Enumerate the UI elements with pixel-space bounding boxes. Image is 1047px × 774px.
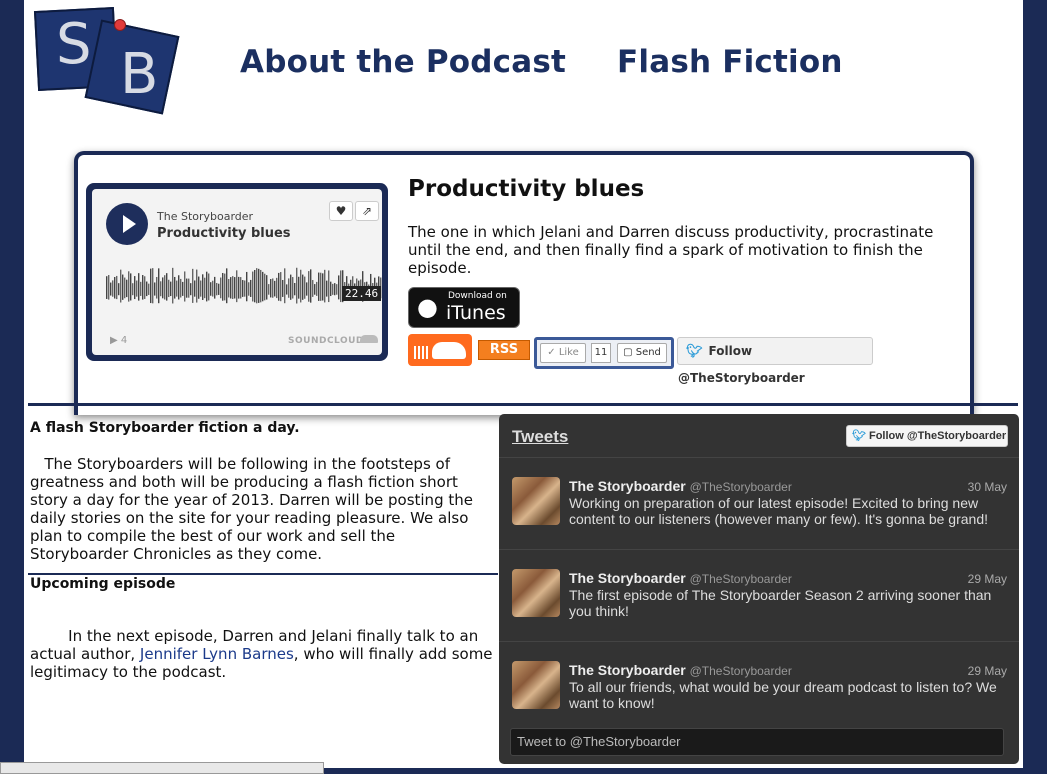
rss-button[interactable]: RSS (478, 340, 530, 360)
nav-flash-fiction[interactable]: Flash Fiction (617, 44, 843, 80)
tweet-author[interactable]: The Storyboarder @TheStoryboarder (569, 478, 792, 494)
itunes-large-label: iTunes (446, 302, 506, 324)
page: S B About the Podcast Flash Fiction The … (24, 0, 1023, 768)
waveform[interactable] (106, 261, 382, 313)
tweet-text: The first episode of The Storyboarder Se… (569, 587, 992, 619)
play-button[interactable] (106, 203, 148, 245)
itunes-small-label: Download on (448, 291, 507, 301)
tweet-text: To all our friends, what would be your d… (569, 679, 997, 711)
tweet-date[interactable]: 29 May (968, 664, 1007, 678)
nav-about-podcast[interactable]: About the Podcast (240, 44, 566, 80)
content-divider (28, 573, 498, 575)
avatar[interactable] (512, 661, 560, 709)
section-divider (28, 403, 1018, 406)
facebook-like-count: 11 (591, 343, 611, 363)
facebook-send-label: Send (635, 347, 661, 358)
avatar[interactable] (512, 477, 560, 525)
soundcloud-player-body: The Storyboarder Productivity blues ♥ ⇗ … (92, 189, 382, 355)
tweet-date[interactable]: 30 May (968, 480, 1007, 494)
tweet-compose-input[interactable]: Tweet to @TheStoryboarder (510, 728, 1004, 756)
soundcloud-logo-button[interactable] (408, 334, 472, 366)
soundcloud-brand-label[interactable]: SOUNDCLOUD (288, 336, 364, 346)
tweet-item[interactable]: The Storyboarder @TheStoryboarder 29 May… (499, 641, 1019, 734)
tweet-item[interactable]: The Storyboarder @TheStoryboarder 29 May… (499, 549, 1019, 642)
author-link[interactable]: Jennifer Lynn Barnes (140, 645, 294, 663)
tweets-follow-button[interactable]: 🐦︎ Follow @TheStoryboarder (846, 425, 1008, 447)
tweet-author[interactable]: The Storyboarder @TheStoryboarder (569, 570, 792, 586)
tweet-author-name: The Storyboarder (569, 662, 686, 678)
facebook-widget: ✓ Like 11 ▢ Send (534, 337, 674, 369)
tweet-handle: @TheStoryboarder (689, 664, 792, 678)
logo-letter-b: B (120, 42, 159, 107)
twitter-bird-icon: 🐦︎ (852, 430, 866, 442)
play-count-value: 4 (120, 335, 128, 346)
tweet-handle: @TheStoryboarder (689, 480, 792, 494)
logo-letter-s: S (56, 12, 92, 77)
facebook-like-label: Like (558, 347, 579, 358)
episode-description: The one in which Jelani and Darren discu… (408, 223, 934, 277)
upcoming-episode-text: In the next episode, Darren and Jelani f… (30, 627, 496, 681)
flash-fiction-heading: A flash Storyboarder fiction a day. (30, 420, 300, 436)
twitter-bird-icon: 🐦︎ (686, 344, 703, 359)
tweets-widget: Tweets 🐦︎ Follow @TheStoryboarder The Sto… (499, 414, 1019, 764)
tweets-follow-label: Follow @TheStoryboarder (868, 430, 1007, 442)
site-logo[interactable]: S B (33, 6, 184, 119)
twitter-follow-button[interactable]: 🐦︎ Follow @TheStoryboarder (677, 337, 873, 385)
browser-status-bar (0, 762, 324, 774)
tweet-author[interactable]: The Storyboarder @TheStoryboarder (569, 662, 792, 678)
tweets-header[interactable]: Tweets (512, 427, 568, 447)
soundcloud-player: The Storyboarder Productivity blues ♥ ⇗ … (86, 183, 388, 361)
play-count: ▶ 4 (110, 335, 128, 346)
pin-icon (114, 19, 126, 31)
apple-icon: ● (417, 293, 438, 321)
heart-icon[interactable]: ♥ (329, 201, 353, 221)
avatar[interactable] (512, 569, 560, 617)
episode-title: Productivity blues (408, 176, 645, 202)
flash-fiction-body: The Storyboarders will be following in t… (30, 455, 473, 563)
tweet-text: Working on preparation of our latest epi… (569, 495, 989, 527)
tweet-item[interactable]: The Storyboarder @TheStoryboarder 30 May… (499, 457, 1019, 550)
tweet-date[interactable]: 29 May (968, 572, 1007, 586)
share-icon[interactable]: ⇗ (355, 201, 379, 221)
track-duration: 22.46 (342, 286, 382, 301)
upcoming-episode-heading: Upcoming episode (30, 576, 176, 592)
tweet-handle: @TheStoryboarder (689, 572, 792, 586)
soundcloud-cloud-logo-icon (432, 342, 466, 359)
facebook-like-button[interactable]: ✓ Like (540, 343, 586, 363)
soundcloud-user[interactable]: The Storyboarder (157, 210, 253, 223)
tweet-author-name: The Storyboarder (569, 570, 686, 586)
facebook-send-button[interactable]: ▢ Send (617, 343, 667, 363)
soundcloud-track-title[interactable]: Productivity blues (157, 226, 291, 241)
flash-fiction-text: The Storyboarders will be following in t… (30, 455, 496, 563)
tweet-author-name: The Storyboarder (569, 478, 686, 494)
soundcloud-cloud-icon[interactable] (360, 335, 378, 343)
itunes-download-button[interactable]: ● Download on iTunes (408, 287, 520, 328)
soundcloud-bars-icon (414, 346, 430, 359)
